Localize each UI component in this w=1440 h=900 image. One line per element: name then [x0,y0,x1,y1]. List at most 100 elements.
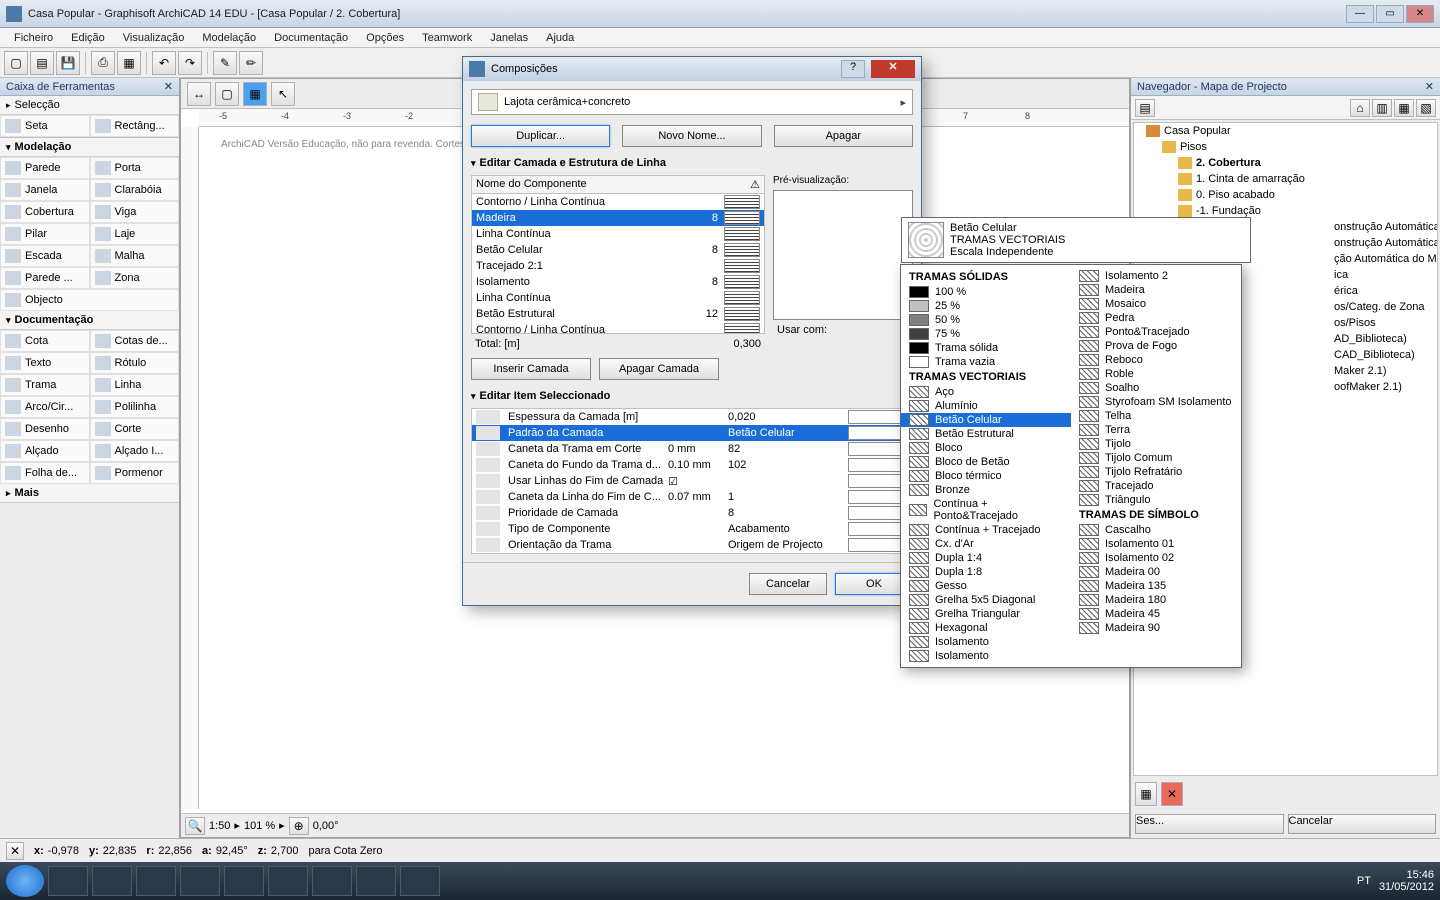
layer-row[interactable]: Madeira8 [472,210,764,226]
fill-option[interactable]: Styrofoam SM Isolamento [1071,395,1241,409]
task-ie[interactable] [48,866,88,896]
nav-layout-icon[interactable]: ▦ [1394,99,1414,117]
novo-nome-button[interactable]: Novo Nome... [622,125,761,147]
fill-option[interactable]: Isolamento 01 [1071,537,1241,551]
tool-clarabia[interactable]: Clarabóia [90,179,180,201]
tool-rectangulo[interactable]: Rectâng... [90,115,180,137]
fill-option[interactable]: Pedra [1071,311,1241,325]
fill-option[interactable]: Bronze [901,483,1071,497]
infobox-arrow-icon[interactable]: ↖ [271,82,295,106]
fill-option[interactable]: Soalho [1071,381,1241,395]
minimize-button[interactable]: — [1346,5,1374,23]
tool-folhade[interactable]: Folha de... [0,462,90,484]
layer-row[interactable]: Contorno / Linha Contínua [472,322,764,334]
section-item[interactable]: Editar Item Seleccionado [471,390,913,402]
zoom-icon[interactable]: 🔍 [185,817,205,835]
task-2[interactable] [180,866,220,896]
tool-malha[interactable]: Malha [90,245,180,267]
fill-option[interactable]: Madeira 90 [1071,621,1241,635]
tool-linha[interactable]: Linha [90,374,180,396]
fill-option[interactable]: Mosaico [1071,297,1241,311]
tool-rtulo[interactable]: Rótulo [90,352,180,374]
toolbar-new-icon[interactable]: ▢ [4,51,28,75]
tray-lang[interactable]: PT [1357,875,1371,887]
fill-option[interactable]: Triângulo [1071,493,1241,507]
tool-cobertura[interactable]: Cobertura [0,201,90,223]
dialog-titlebar[interactable]: Composições ? ✕ [463,57,921,81]
task-1[interactable] [136,866,176,896]
fill-option[interactable]: Bloco de Betão [901,455,1071,469]
layer-row[interactable]: Linha Contínua [472,290,764,306]
tool-parede[interactable]: Parede [0,157,90,179]
item-row[interactable]: Tipo de ComponenteAcabamento [472,521,912,537]
tool-laje[interactable]: Laje [90,223,180,245]
tool-polilinha[interactable]: Polilinha [90,396,180,418]
layer-row[interactable]: Betão Estrutural12 [472,306,764,322]
fill-option[interactable]: Aço [901,385,1071,399]
toolbar-undo-icon[interactable]: ↶ [152,51,176,75]
group-documentacao[interactable]: Documentação [0,311,179,330]
fill-option[interactable]: Contínua + Ponto&Tracejado [901,497,1071,523]
item-row[interactable]: Caneta da Trama em Corte0 mm82 [472,441,912,457]
nav-new-icon[interactable]: ▦ [1135,782,1157,806]
fill-option[interactable]: Isolamento 02 [1071,551,1241,565]
fill-option[interactable]: Betão Celular [901,413,1071,427]
cancel-button[interactable]: Cancelar [749,573,827,595]
fill-option[interactable]: Tijolo Comum [1071,451,1241,465]
close-button[interactable]: ✕ [1406,5,1434,23]
fill-option[interactable]: 100 % [901,285,1071,299]
menu-janelas[interactable]: Janelas [482,30,536,46]
group-mais[interactable]: Mais [0,484,179,503]
fill-option[interactable]: Hexagonal [901,621,1071,635]
menu-ficheiro[interactable]: Ficheiro [6,30,61,46]
fill-option[interactable]: Isolamento [901,635,1071,649]
panel-close-icon[interactable]: ✕ [1425,80,1434,93]
toolbar-save-icon[interactable]: 💾 [56,51,80,75]
group-modelacao[interactable]: Modelação [0,138,179,157]
fill-option[interactable]: Bloco [901,441,1071,455]
item-row[interactable]: Orientação da TramaOrigem de Projecto [472,537,912,553]
tool-pilar[interactable]: Pilar [0,223,90,245]
toolbar-print-icon[interactable]: ⎙ [91,51,115,75]
fill-option[interactable]: Gesso [901,579,1071,593]
fill-option[interactable]: Madeira 45 [1071,607,1241,621]
fill-option[interactable]: Madeira 00 [1071,565,1241,579]
fill-option[interactable]: 25 % [901,299,1071,313]
tool-cotasde[interactable]: Cotas de... [90,330,180,352]
fill-option[interactable]: 75 % [901,327,1071,341]
fill-option[interactable]: Dupla 1:4 [901,551,1071,565]
fill-option[interactable]: Contínua + Tracejado [901,523,1071,537]
fill-option[interactable]: Betão Estrutural [901,427,1071,441]
infobox-btn-3[interactable]: ▦ [243,82,267,106]
composite-selector[interactable]: Lajota cerâmica+concreto [471,89,913,115]
toolbar-open-icon[interactable]: ▤ [30,51,54,75]
layer-row[interactable]: Contorno / Linha Contínua [472,194,764,210]
item-row[interactable]: Caneta do Fundo da Trama d...0.10 mm102 [472,457,912,473]
layer-row[interactable]: Isolamento8 [472,274,764,290]
tool-corte[interactable]: Corte [90,418,180,440]
toolbar-redo-icon[interactable]: ↷ [178,51,202,75]
menu-ajuda[interactable]: Ajuda [538,30,582,46]
infobox-btn-2[interactable]: ▢ [215,82,239,106]
task-archicad[interactable] [268,866,308,896]
tool-alado[interactable]: Alçado [0,440,90,462]
fill-option[interactable]: Madeira 135 [1071,579,1241,593]
duplicar-button[interactable]: Duplicar... [471,125,610,147]
tool-viga[interactable]: Viga [90,201,180,223]
task-chrome[interactable] [312,866,352,896]
start-button[interactable] [6,865,44,897]
fill-option[interactable]: Grelha Triangular [901,607,1071,621]
section-camada[interactable]: Editar Camada e Estrutura de Linha [471,157,913,169]
layer-row[interactable]: Betão Celular8 [472,242,764,258]
fill-option[interactable]: Grelha 5x5 Diagonal [901,593,1071,607]
dialog-close-button[interactable]: ✕ [871,60,915,78]
fill-option[interactable]: Roble [1071,367,1241,381]
tree-floor-0[interactable]: 0. Piso acabado [1134,187,1437,203]
fill-option[interactable]: Madeira 180 [1071,593,1241,607]
menu-opcoes[interactable]: Opções [358,30,412,46]
menu-edicao[interactable]: Edição [63,30,113,46]
zoom-value[interactable]: 101 % [244,820,275,832]
inserir-camada-button[interactable]: Inserir Camada [471,358,591,380]
nav-pub-icon[interactable]: ▧ [1416,99,1436,117]
item-row[interactable]: Espessura da Camada [m]0,020 [472,409,912,425]
